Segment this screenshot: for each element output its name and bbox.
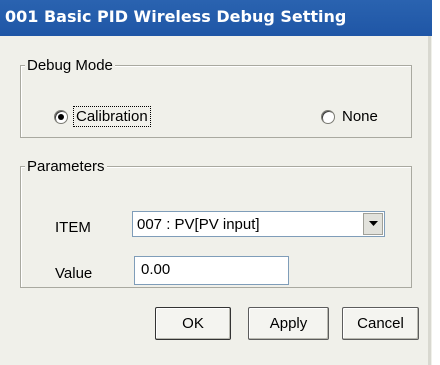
radio-selected-icon[interactable]	[54, 109, 68, 124]
cancel-button[interactable]: Cancel	[342, 307, 419, 340]
calibration-radio[interactable]: Calibration	[54, 106, 151, 127]
calibration-label[interactable]: Calibration	[73, 106, 151, 127]
radio-dot-icon	[58, 113, 64, 120]
debug-mode-group: Debug Mode Calibration None	[20, 57, 412, 138]
parameters-group: Parameters ITEM 007 : PV[PV input] Value…	[20, 158, 412, 288]
debug-setting-dialog: 001 Basic PID Wireless Debug Setting Deb…	[0, 0, 432, 365]
title-bar[interactable]: 001 Basic PID Wireless Debug Setting	[0, 0, 432, 36]
debug-mode-legend: Debug Mode	[25, 57, 115, 74]
window-edge-shade	[428, 36, 431, 365]
chevron-down-icon	[368, 221, 378, 226]
none-radio[interactable]: None	[321, 108, 378, 125]
item-label: ITEM	[55, 219, 91, 236]
item-select-value: 007 : PV[PV input]	[137, 216, 260, 233]
value-label: Value	[55, 265, 93, 282]
background-edge	[432, 0, 440, 365]
value-input-text: 0.00	[141, 261, 171, 278]
apply-button[interactable]: Apply	[248, 307, 329, 340]
parameters-legend: Parameters	[25, 158, 107, 175]
none-label[interactable]: None	[342, 108, 378, 125]
value-input[interactable]: 0.00	[134, 256, 289, 285]
ok-button[interactable]: OK	[155, 307, 231, 340]
dialog-title: 001 Basic PID Wireless Debug Setting	[5, 7, 347, 26]
radio-unselected-icon[interactable]	[321, 109, 335, 124]
dropdown-button[interactable]	[363, 213, 383, 235]
item-select[interactable]: 007 : PV[PV input]	[132, 211, 385, 237]
